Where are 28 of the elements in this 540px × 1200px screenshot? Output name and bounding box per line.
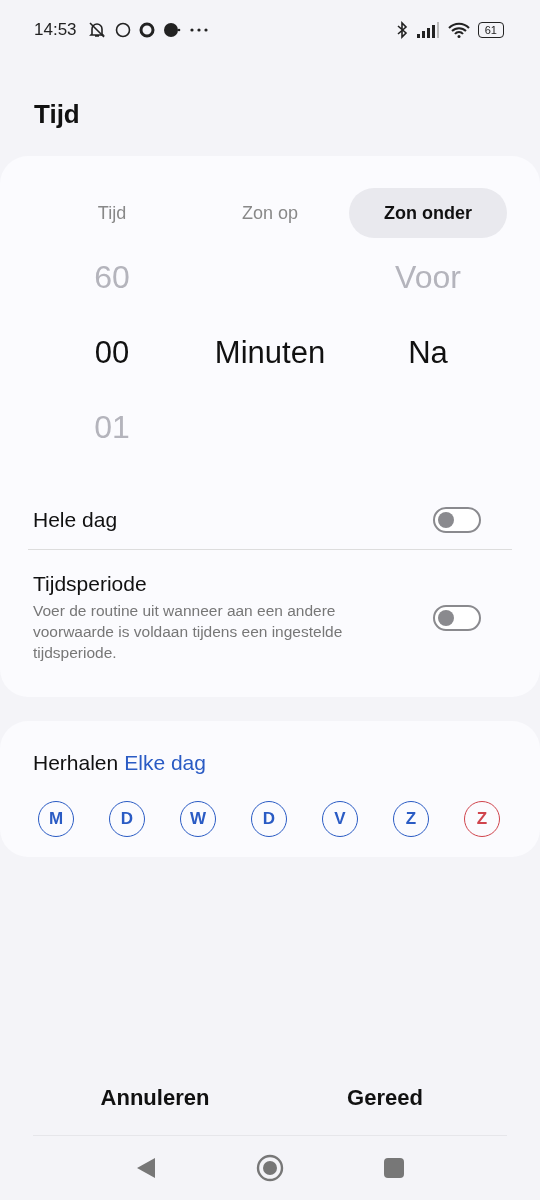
mute-icon — [86, 21, 107, 39]
toggle-switch[interactable] — [433, 507, 481, 533]
tab[interactable]: Tijd — [33, 188, 191, 238]
setting-description: Voer de routine uit wanneer aan een andere voorwaarde is voldaan tijdens een ingestelde tijdsperiode. — [33, 601, 344, 663]
page-title: Tijd — [33, 98, 81, 131]
repeat-label: Herhalen — [33, 751, 119, 775]
ring-icon — [138, 22, 155, 38]
bluetooth-icon — [395, 21, 408, 39]
recents-icon[interactable] — [384, 1158, 404, 1178]
circle-icon — [114, 22, 131, 38]
setting-label: Hele dag — [33, 508, 119, 532]
tab[interactable]: Zon op — [191, 188, 349, 238]
picker-value[interactable]: Minuten — [214, 334, 326, 371]
back-icon[interactable] — [136, 1157, 156, 1179]
status-time: 14:53 — [34, 20, 77, 40]
battery-indicator: 61 — [477, 22, 504, 38]
signal-icon — [415, 22, 440, 38]
repeat-value[interactable]: Elke dag — [124, 751, 206, 775]
tab[interactable]: Zon onder — [349, 188, 507, 238]
wifi-icon — [447, 22, 470, 38]
action-button[interactable]: Annuleren — [100, 1079, 210, 1117]
more-icon — [188, 27, 209, 33]
picker-value[interactable]: 00 — [94, 334, 130, 371]
setting-label: Tijdsperiode — [33, 572, 148, 596]
picker-value[interactable]: Na — [408, 334, 448, 371]
home-icon[interactable] — [256, 1154, 284, 1182]
toggle-switch[interactable] — [433, 604, 481, 631]
action-button[interactable]: Gereed — [347, 1079, 423, 1117]
